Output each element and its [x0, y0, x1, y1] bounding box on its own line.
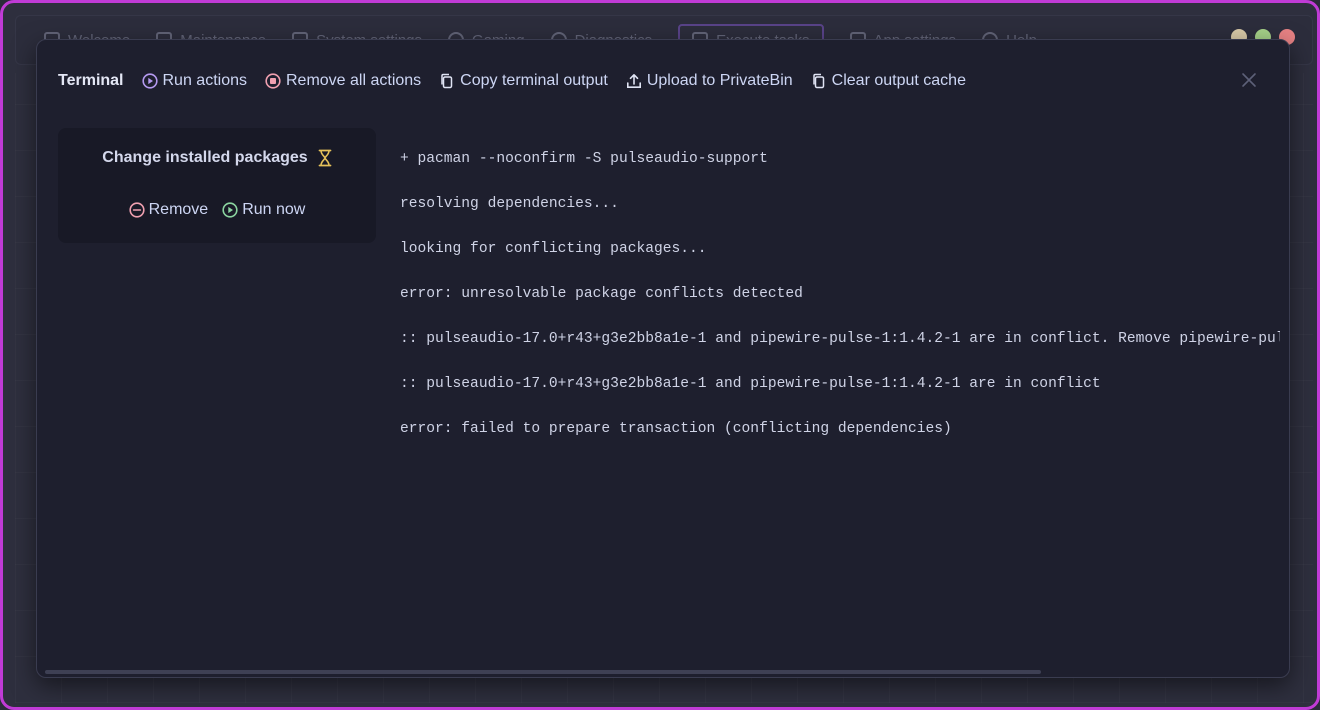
task-card: Change installed packages Remove Run now: [58, 128, 376, 243]
play-circle-icon: [222, 202, 238, 218]
close-icon[interactable]: [1241, 72, 1257, 88]
terminal-line: + pacman --noconfirm -S pulseaudio-suppo…: [400, 151, 768, 167]
play-circle-icon: [141, 73, 158, 89]
copy-icon: [812, 73, 824, 89]
stop-circle-icon: [265, 73, 281, 89]
terminal-line: resolving dependencies...: [400, 196, 619, 212]
terminal-modal: Terminal Run actions Remove all actions: [36, 39, 1290, 678]
modal-header: Terminal Run actions Remove all actions: [37, 40, 1289, 122]
task-actions: Remove Run now: [58, 201, 376, 219]
upload-privatebin-button[interactable]: Upload to PrivateBin: [626, 72, 793, 90]
clear-output-cache-button[interactable]: Clear output cache: [811, 72, 966, 90]
terminal-line: error: failed to prepare transaction (co…: [400, 421, 952, 437]
remove-task-button[interactable]: Remove: [129, 201, 208, 219]
remove-all-actions-button[interactable]: Remove all actions: [265, 72, 421, 90]
run-now-button[interactable]: Run now: [222, 201, 305, 219]
copy-terminal-output-button[interactable]: Copy terminal output: [439, 72, 608, 90]
terminal-output[interactable]: + pacman --noconfirm -S pulseaudio-suppo…: [400, 122, 1280, 662]
hourglass-icon: [318, 149, 332, 167]
copy-icon: [441, 73, 453, 89]
upload-icon: [626, 74, 641, 88]
scrollbar-thumb[interactable]: [45, 670, 1041, 674]
terminal-line: :: pulseaudio-17.0+r43+g3e2bb8a1e-1 and …: [400, 331, 1280, 347]
horizontal-scrollbar[interactable]: [45, 670, 1285, 674]
task-header: Change installed packages: [58, 149, 376, 167]
terminal-line: looking for conflicting packages...: [400, 241, 707, 257]
task-title: Change installed packages: [102, 149, 308, 166]
minus-circle-icon: [129, 202, 145, 218]
terminal-line: :: pulseaudio-17.0+r43+g3e2bb8a1e-1 and …: [400, 376, 1101, 392]
app-window: Welcome Maintenance System settings Gami…: [0, 0, 1320, 710]
run-actions-button[interactable]: Run actions: [141, 72, 247, 90]
terminal-line: error: unresolvable package conflicts de…: [400, 286, 803, 302]
modal-title: Terminal: [58, 72, 124, 89]
